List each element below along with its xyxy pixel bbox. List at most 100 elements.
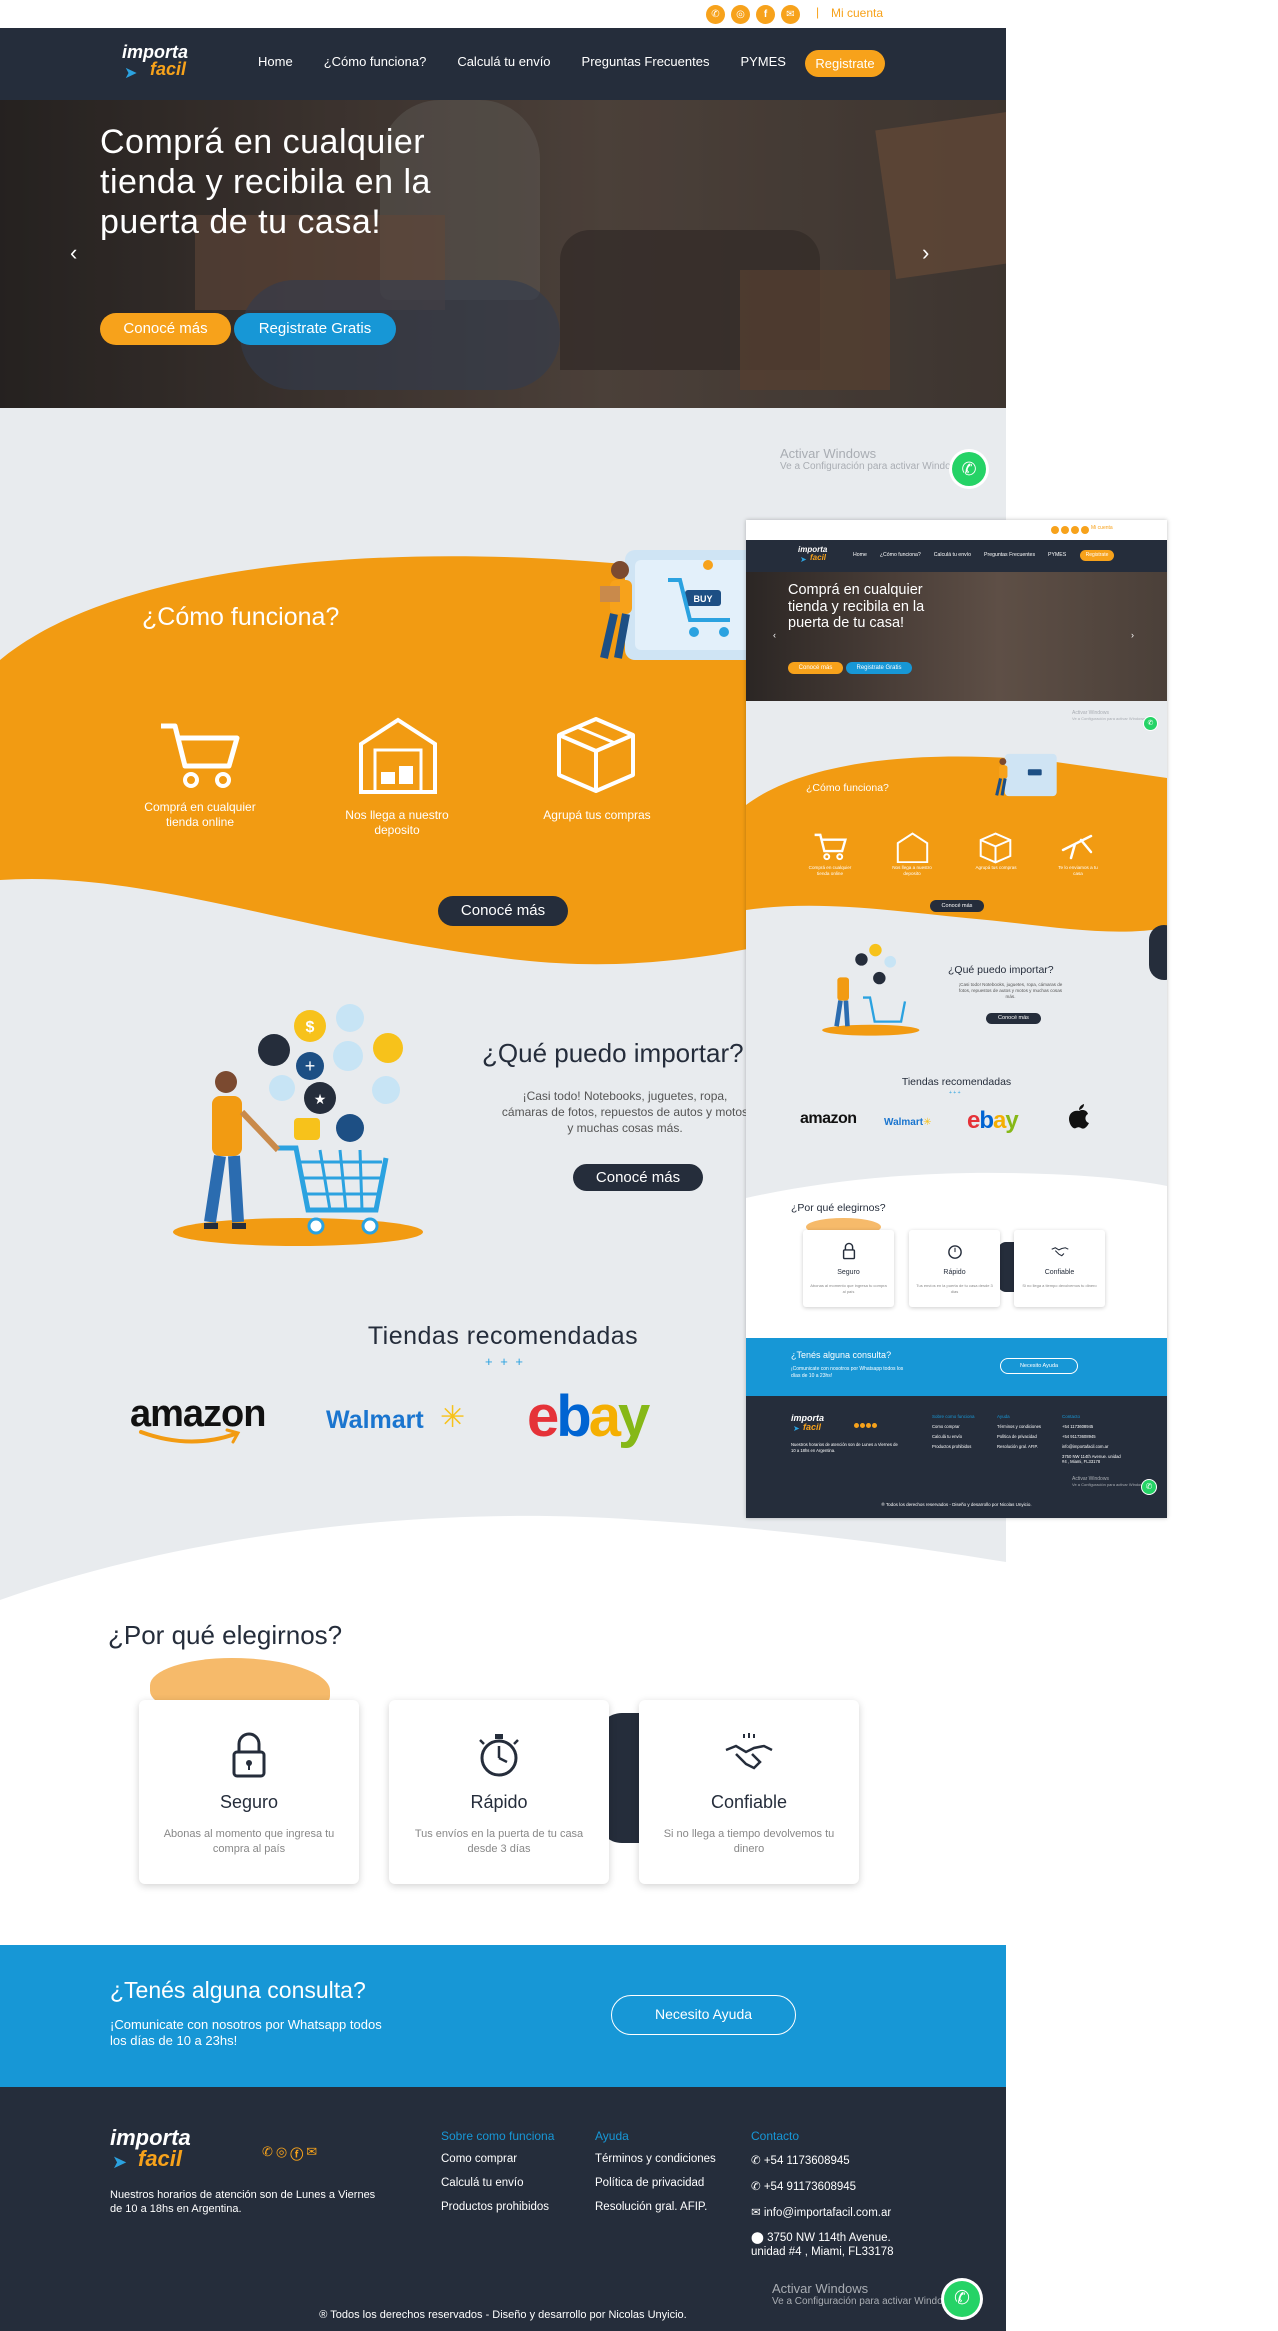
preview-nav-link: Home [853, 552, 867, 558]
preview-cart-illustration [822, 943, 920, 1036]
preview-nav-link: PYMES [1048, 552, 1067, 558]
preview-nav-link: ¿Cómo funciona? [879, 552, 921, 558]
whatsapp-float-icon[interactable]: ✆ [952, 452, 986, 486]
site-logo[interactable]: importa ➤ facil [122, 43, 188, 82]
preview-amazon-logo: amazon [800, 1110, 857, 1127]
my-account-link[interactable]: Mi cuenta [831, 6, 883, 20]
footer-phone[interactable]: ✆ +54 1173608945 [751, 2153, 896, 2167]
warehouse-icon [896, 832, 929, 863]
preview-nav-link: Calculá tu envío [933, 552, 971, 558]
footer-hours: Nuestros horarios de atención son de Lun… [110, 2189, 376, 2215]
feature-card-fast: Rápido Tus envíos en la puerta de tu cas… [389, 1700, 609, 1884]
handshake-icon [725, 1733, 773, 1770]
ebay-logo[interactable]: ebay [527, 1383, 650, 1450]
whatsapp-icon[interactable]: ✆ [706, 5, 725, 24]
copyright: ® Todos los derechos reservados - Diseño… [319, 2309, 687, 2321]
footer-social-icons: ✆ ◎ ⓕ ✉ [262, 2144, 317, 2163]
mail-icon[interactable]: ✉ [781, 5, 800, 24]
preview-navbar: importa ➤ facil Home ¿Cómo funciona? Cal… [746, 540, 1167, 572]
instagram-icon[interactable]: ◎ [731, 5, 750, 24]
nav-shipping-calculator[interactable]: Calculá tu envío [457, 54, 550, 69]
carousel-next-icon[interactable]: › [922, 240, 929, 266]
hero-register-free-button[interactable]: Registrate Gratis [234, 313, 396, 345]
contact-banner: ¿Tenés alguna consulta? ¡Comunicate con … [0, 1945, 1006, 2087]
footer-link-afip[interactable]: Resolución gral. AFIP. [595, 2201, 716, 2213]
facebook-icon[interactable]: ⓕ [290, 2144, 303, 2163]
footer-link-shipping[interactable]: Calculá tu envío [441, 2177, 554, 2189]
preview-need-help-button: Necesito Ayuda [1000, 1358, 1078, 1374]
preview-import-description: ¡Casi todo! Notebooks, juguetes, ropa, c… [958, 982, 1063, 999]
walmart-spark-icon: ✳ [923, 1117, 932, 1128]
walmart-logo[interactable]: Walmart [326, 1406, 424, 1435]
plane-logo-icon: ➤ [800, 555, 807, 564]
preview-footer-logo: importa ➤ facil [791, 1413, 825, 1433]
svg-text:$: $ [306, 1019, 315, 1036]
preview-windows-notice: Activar Windows Ve a Configuración para … [1072, 1476, 1147, 1487]
mail-icon: ✉ [751, 2207, 764, 2219]
preview-feature-card: Rápido Tus envíos en la puerta de tu cas… [909, 1230, 1000, 1307]
preview-feature-card: Seguro Abonas al momento que ingresa tu … [803, 1230, 894, 1307]
register-button[interactable]: Registrate [805, 50, 885, 77]
top-separator: | [816, 5, 820, 19]
nav-how-it-works[interactable]: ¿Cómo funciona? [324, 54, 427, 69]
mail-icon[interactable]: ✉ [306, 2144, 317, 2163]
airplane-icon [1061, 834, 1093, 860]
instagram-icon [1061, 526, 1069, 534]
carousel-prev-icon[interactable]: ‹ [70, 240, 77, 266]
nav-home[interactable]: Home [258, 54, 293, 69]
feature-card-secure: Seguro Abonas al momento que ingresa tu … [139, 1700, 359, 1884]
whatsapp-float-icon: ✆ [1142, 1480, 1156, 1494]
stopwatch-icon [948, 1245, 962, 1259]
mail-icon [1081, 526, 1089, 534]
footer: importa ➤ facil ✆ ◎ ⓕ ✉ Nuestros horario… [0, 2087, 1006, 2331]
location-pin-icon: ⬤ [751, 2232, 768, 2244]
footer-col-how: Sobre como funciona Como comprar Calculá… [441, 2129, 554, 2225]
footer-link-prohibited[interactable]: Productos prohibidos [441, 2201, 554, 2213]
stores-divider: + + + [485, 1354, 525, 1369]
plane-logo-icon: ➤ [793, 1424, 800, 1433]
instagram-icon[interactable]: ◎ [276, 2144, 287, 2163]
navbar: importa ➤ facil Home ¿Cómo funciona? Cal… [0, 28, 1006, 100]
hero-learn-more-button[interactable]: Conocé más [100, 313, 231, 345]
whatsapp-icon[interactable]: ✆ [262, 2144, 273, 2163]
preview-footer: importa ➤ facil Nuestros horarios de ate… [746, 1396, 1167, 1518]
nav-pymes[interactable]: PYMES [740, 54, 786, 69]
shopping-cart-illustration: $ + ★ [173, 1004, 423, 1246]
decor-blob [998, 1242, 1014, 1292]
plane-logo-icon: ➤ [124, 65, 138, 82]
preview-import-title: ¿Qué puedo importar? [948, 964, 1054, 976]
nav-faq[interactable]: Preguntas Frecuentes [582, 54, 710, 69]
facebook-icon [1071, 526, 1079, 534]
mobile-preview: Mi cuenta importa ➤ facil Home ¿Cómo fun… [746, 520, 1167, 1518]
import-section-title: ¿Qué puedo importar? [482, 1038, 744, 1068]
footer-email[interactable]: ✉ info@importafacil.com.ar [751, 2205, 896, 2219]
footer-link-how-to-buy[interactable]: Como comprar [441, 2153, 554, 2165]
how-learn-more-button[interactable]: Conocé más [438, 896, 568, 926]
facebook-icon [866, 1423, 871, 1428]
footer-link-terms[interactable]: Términos y condiciones [595, 2153, 716, 2165]
preview-hero: Comprá en cualquier tienda y recibila en… [746, 572, 1167, 701]
windows-activation-notice: Activar Windows Ve a Configuración para … [780, 446, 966, 472]
footer-whatsapp[interactable]: ✆ +54 91173608945 [751, 2179, 896, 2193]
mail-icon [872, 1423, 877, 1428]
preview-account-link: Mi cuenta [1091, 525, 1113, 531]
windows-activation-notice: Activar Windows Ve a Configuración para … [772, 2281, 958, 2307]
import-learn-more-button[interactable]: Conocé más [573, 1164, 703, 1191]
warehouse-icon [359, 717, 437, 794]
preview-nav-link: Preguntas Frecuentes [984, 552, 1036, 558]
amazon-smile-icon [139, 1428, 241, 1444]
import-section-description: ¡Casi todo! Notebooks, juguetes, ropa, c… [501, 1089, 749, 1135]
preview-logo: importa ➤ facil [798, 545, 828, 564]
decor-blob [1149, 925, 1167, 980]
facebook-icon[interactable]: f [756, 5, 775, 24]
preview-contact-banner: ¿Tenés alguna consulta? ¡Comunicate con … [746, 1338, 1167, 1396]
footer-link-privacy[interactable]: Política de privacidad [595, 2177, 716, 2189]
walmart-spark-icon: ✳ [440, 1401, 466, 1434]
carousel-next-icon: › [1131, 630, 1134, 640]
carousel-prev-icon: ‹ [773, 630, 776, 640]
top-strip: ✆ ◎ f ✉ | Mi cuenta [0, 0, 1006, 28]
footer-logo[interactable]: importa ➤ facil [110, 2127, 191, 2171]
footer-col-heading: Sobre como funciona [441, 2129, 555, 2143]
need-help-button[interactable]: Necesito Ayuda [611, 1995, 796, 2035]
feature-card-title: Confiable [710, 1792, 788, 1812]
